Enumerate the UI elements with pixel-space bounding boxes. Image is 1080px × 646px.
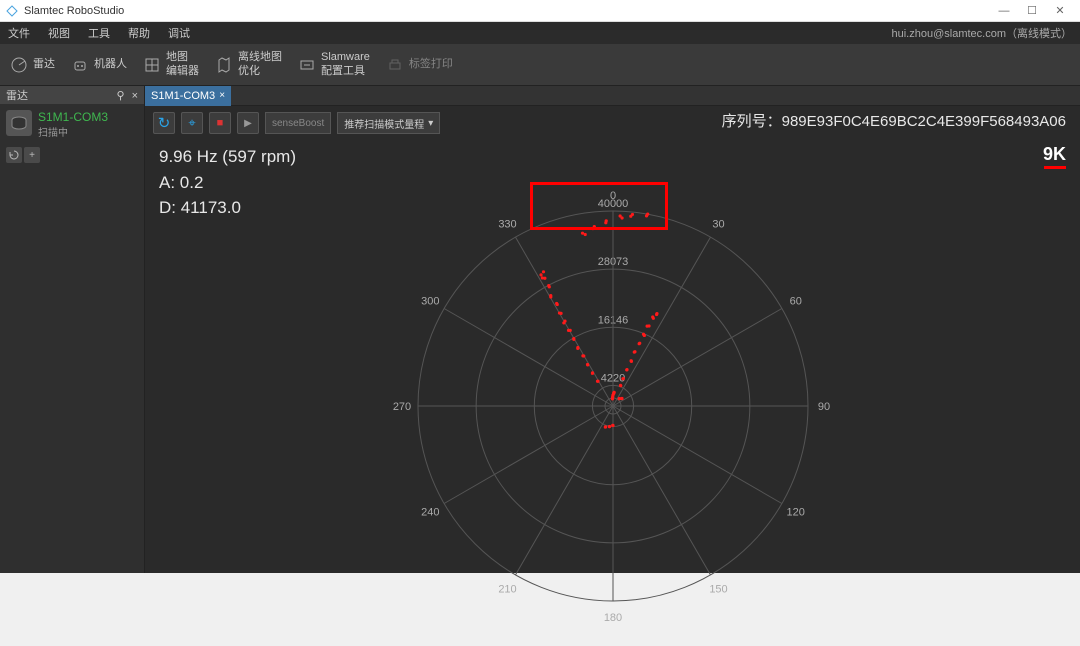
sidebar-pin-icon[interactable]: ⚲ <box>116 90 124 102</box>
close-button[interactable]: ✕ <box>1046 4 1074 17</box>
menu-help[interactable]: 帮助 <box>128 25 150 41</box>
tool-offline-map[interactable]: 离线地图 优化 <box>215 51 282 77</box>
scan-mode-dropdown[interactable]: 推荐扫描模式量程 ▾ <box>337 112 440 134</box>
tool-slamware-label: Slamware 配置工具 <box>321 51 370 77</box>
svg-text:240: 240 <box>421 507 439 519</box>
svg-text:180: 180 <box>603 612 621 624</box>
sidebar-close-icon[interactable]: × <box>132 90 138 102</box>
menu-bar: 文件 视图 工具 帮助 调试 hui.zhou@slamtec.com（离线模式… <box>0 22 1080 44</box>
play-icon: ▶ <box>244 118 252 129</box>
maximize-button[interactable]: ☐ <box>1018 4 1046 17</box>
app-logo-icon <box>6 5 18 17</box>
map-editor-icon <box>143 56 161 74</box>
chevron-down-icon: ▾ <box>428 118 433 129</box>
tab-close-icon[interactable]: × <box>219 90 225 101</box>
tab-device[interactable]: S1M1-COM3 × <box>145 86 231 106</box>
svg-text:90: 90 <box>817 401 829 413</box>
svg-text:60: 60 <box>789 296 801 308</box>
sidebar-add-button[interactable]: + <box>24 147 40 163</box>
tool-robot[interactable]: 机器人 <box>71 56 127 74</box>
svg-text:120: 120 <box>786 507 804 519</box>
menu-view[interactable]: 视图 <box>48 25 70 41</box>
user-info: hui.zhou@slamtec.com（离线模式） <box>892 25 1073 41</box>
svg-text:300: 300 <box>421 296 439 308</box>
tool-radar-label: 雷达 <box>33 58 55 71</box>
print-icon <box>386 56 404 74</box>
tab-strip: S1M1-COM3 × <box>145 86 1080 106</box>
sidebar-device[interactable]: S1M1-COM3 扫描中 <box>0 104 144 145</box>
tool-slamware[interactable]: Slamware 配置工具 <box>298 51 370 77</box>
dropdown-label: 推荐扫描模式量程 <box>344 116 424 131</box>
tool-map-editor-label: 地图 编辑器 <box>166 51 199 77</box>
tool-offline-map-label: 离线地图 优化 <box>238 51 282 77</box>
lidar-device-icon <box>6 110 32 136</box>
slamware-icon <box>298 56 316 74</box>
refresh-icon: ↻ <box>158 114 171 132</box>
toolbar: 雷达 机器人 地图 编辑器 离线地图 优化 Slamware 配置工具 标签打印 <box>0 44 1080 86</box>
crosshair-icon: ⌖ <box>188 115 195 131</box>
device-status: 扫描中 <box>38 124 108 139</box>
menu-debug[interactable]: 调试 <box>168 25 190 41</box>
sidebar-panel-header: 雷达 ⚲ × <box>0 86 144 104</box>
robot-icon <box>71 56 89 74</box>
stop-icon: ■ <box>217 117 224 129</box>
svg-text:30: 30 <box>712 218 724 230</box>
tool-radar[interactable]: 雷达 <box>10 56 55 74</box>
control-bar: ↻ ⌖ ■ ▶ senseBoost 推荐扫描模式量程 ▾ <box>153 112 440 134</box>
svg-text:210: 210 <box>498 584 516 596</box>
sidebar-panel-title: 雷达 <box>6 87 28 103</box>
svg-text:150: 150 <box>709 584 727 596</box>
svg-text:330: 330 <box>498 218 516 230</box>
title-bar: Slamtec RoboStudio — ☐ ✕ <box>0 0 1080 22</box>
content-area: S1M1-COM3 × ↻ ⌖ ■ ▶ senseBoost 推荐扫描模式量程 … <box>145 86 1080 573</box>
offline-map-icon <box>215 56 233 74</box>
svg-text:270: 270 <box>392 401 410 413</box>
stop-button[interactable]: ■ <box>209 112 231 134</box>
refresh-button[interactable]: ↻ <box>153 112 175 134</box>
tab-label: S1M1-COM3 <box>151 90 215 102</box>
highlight-rectangle <box>530 182 668 230</box>
tool-map-editor[interactable]: 地图 编辑器 <box>143 51 199 77</box>
sidebar-refresh-button[interactable] <box>6 147 22 163</box>
minimize-button[interactable]: — <box>990 5 1018 17</box>
window-title: Slamtec RoboStudio <box>24 5 990 17</box>
tool-robot-label: 机器人 <box>94 58 127 71</box>
polar-chart[interactable]: 4220161462807340000030609012015018021024… <box>333 126 893 646</box>
sidebar: 雷达 ⚲ × S1M1-COM3 扫描中 + <box>0 86 145 573</box>
mode-field[interactable]: senseBoost <box>265 112 331 134</box>
radar-icon <box>10 56 28 74</box>
tool-print[interactable]: 标签打印 <box>386 56 453 74</box>
menu-file[interactable]: 文件 <box>8 25 30 41</box>
play-button[interactable]: ▶ <box>237 112 259 134</box>
tool-print-label: 标签打印 <box>409 58 453 71</box>
device-name: S1M1-COM3 <box>38 110 108 124</box>
menu-tools[interactable]: 工具 <box>88 25 110 41</box>
crosshair-button[interactable]: ⌖ <box>181 112 203 134</box>
